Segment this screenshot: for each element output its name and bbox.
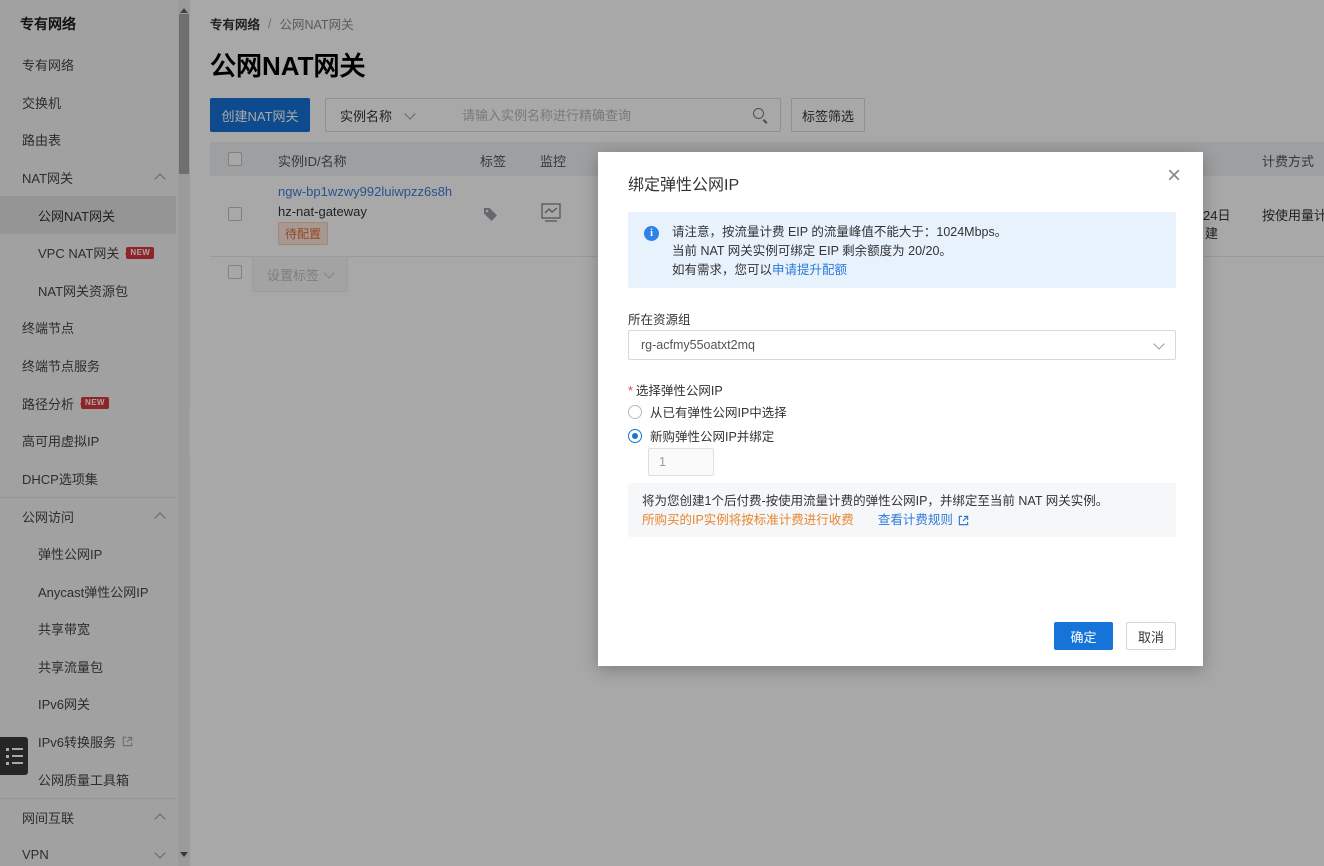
cancel-button[interactable]: 取消	[1126, 622, 1176, 650]
confirm-button[interactable]: 确定	[1054, 622, 1113, 650]
alert-line-3: 如有需求，您可以申请提升配额	[672, 261, 1162, 280]
eip-count-input[interactable]	[648, 448, 714, 476]
resource-group-select[interactable]: rg-acfmy55oatxt2mq	[628, 330, 1176, 360]
resource-group-label: 所在资源组	[628, 309, 691, 328]
radio-option-existing-eip[interactable]: 从已有弹性公网IP中选择	[628, 402, 787, 421]
alert-line-1: 请注意，按流量计费 EIP 的流量峰值不能大于：1024Mbps。	[672, 223, 1162, 242]
billing-rules-link[interactable]: 查看计费规则	[878, 511, 953, 530]
dialog-title: 绑定弹性公网IP	[628, 171, 739, 195]
radio-unchecked-icon	[628, 405, 642, 419]
radio-option-new-eip[interactable]: 新购弹性公网IP并绑定	[628, 426, 774, 445]
app-root: 专有网络 专有网络 交换机 路由表 NAT网关 公网NAT网关 VPC NAT网…	[0, 0, 1324, 866]
external-link-icon	[958, 515, 969, 526]
chevron-down-icon	[1153, 338, 1164, 349]
radio-checked-icon	[628, 429, 642, 443]
info-alert: i 请注意，按流量计费 EIP 的流量峰值不能大于：1024Mbps。 当前 N…	[628, 212, 1176, 288]
eip-select-label: *选择弹性公网IP	[628, 380, 723, 399]
note-line-1: 将为您创建1个后付费-按使用流量计费的弹性公网IP，并绑定至当前 NAT 网关实…	[642, 492, 1162, 511]
purchase-note: 将为您创建1个后付费-按使用流量计费的弹性公网IP，并绑定至当前 NAT 网关实…	[628, 483, 1176, 537]
note-line-2: 所购买的IP实例将按标准计费进行收费 查看计费规则	[642, 511, 1162, 530]
required-mark: *	[628, 384, 633, 398]
bind-eip-dialog: 绑定弹性公网IP × i 请注意，按流量计费 EIP 的流量峰值不能大于：102…	[598, 152, 1203, 666]
alert-line-2: 当前 NAT 网关实例可绑定 EIP 剩余额度为 20/20。	[672, 242, 1162, 261]
billing-warning-text: 所购买的IP实例将按标准计费进行收费	[642, 511, 854, 530]
close-icon[interactable]: ×	[1167, 164, 1181, 188]
info-icon: i	[644, 226, 659, 241]
quota-increase-link[interactable]: 申请提升配额	[772, 263, 847, 277]
